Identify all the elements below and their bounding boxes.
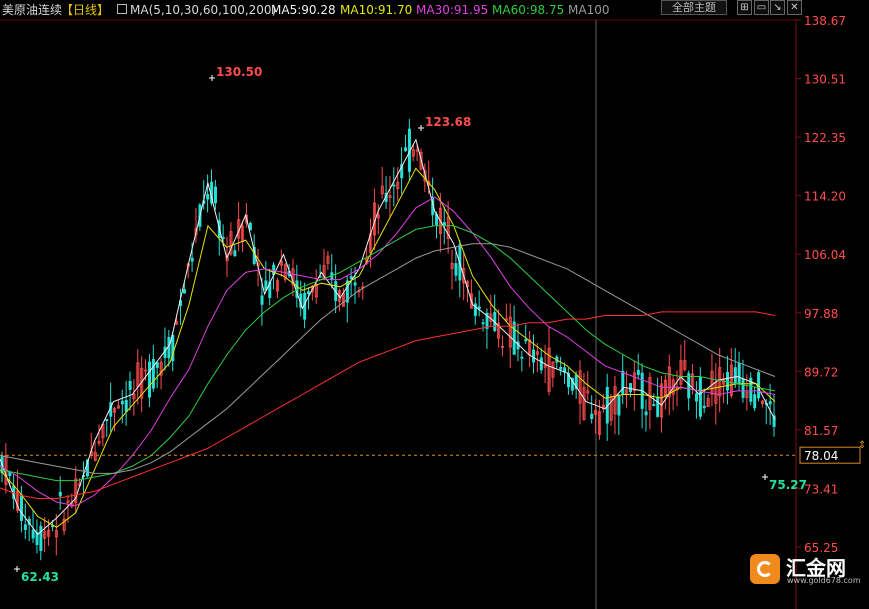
ma30-value: MA30:91.95: [416, 3, 489, 17]
ma60-value: MA60:98.75: [492, 3, 565, 17]
candle-body: [128, 380, 132, 390]
candle-body: [636, 369, 640, 375]
indicator-icon[interactable]: [117, 4, 127, 14]
y-tick-label: 89.72: [804, 365, 838, 379]
candle-body: [105, 418, 109, 421]
candle-body: [520, 356, 524, 359]
candle-body: [702, 405, 706, 409]
high-price-label: 130.50: [216, 65, 262, 79]
period-label[interactable]: 【日线】: [61, 1, 109, 19]
candle-body: [652, 404, 656, 407]
candle-body: [31, 529, 35, 539]
grid-icon[interactable]: ⊞: [737, 0, 752, 15]
high-price-label: 123.68: [425, 115, 471, 129]
candle-body: [155, 362, 159, 368]
candle-body: [741, 378, 745, 398]
brand-url: www.gold678.com: [787, 576, 861, 585]
candlesticks: [0, 119, 776, 561]
close-icon[interactable]: ✕: [787, 0, 802, 15]
annotation-marker: [762, 474, 768, 480]
instrument-title: 美原油连续: [2, 3, 63, 17]
candle-body: [248, 222, 252, 231]
candle-body: [768, 401, 772, 405]
ma5-value: MA5:90.28: [271, 3, 336, 17]
y-tick-label: 114.20: [804, 190, 846, 204]
candle-body: [353, 282, 357, 286]
candle-body: [629, 383, 633, 393]
annotation-marker: [418, 125, 424, 131]
current-price-label: 78.04: [804, 449, 838, 463]
y-tick-label: 81.57: [804, 424, 838, 438]
candle-body: [559, 366, 563, 370]
annotation-marker: [14, 566, 20, 572]
candle-body: [151, 359, 155, 389]
candle-body: [539, 357, 543, 371]
candle-body: [621, 370, 625, 395]
scroll-up-icon[interactable]: ⇕: [858, 440, 866, 451]
candle-body: [39, 525, 43, 551]
ma10-value: MA10:91.70: [340, 3, 413, 17]
candle-body: [23, 524, 27, 530]
price-chart[interactable]: 78.04⇕ 130.50123.6862.4375.27 138.67130.…: [0, 0, 869, 609]
candle-body: [737, 362, 741, 384]
candle-body: [221, 237, 225, 239]
ma100-value: MA100: [568, 3, 610, 17]
theme-dropdown-button[interactable]: 全部主题: [661, 0, 727, 15]
candle-body: [733, 367, 737, 385]
candle-body: [695, 393, 699, 402]
candle-body: [617, 395, 621, 416]
candle-body: [19, 494, 23, 521]
candle-body: [481, 322, 485, 325]
candle-body: [477, 306, 481, 310]
y-tick-label: 106.04: [804, 248, 846, 262]
layout-icon[interactable]: ▭: [754, 0, 769, 15]
candle-body: [206, 193, 210, 200]
ma-line-ma60: [0, 225, 776, 482]
candle-body: [213, 186, 217, 204]
candle-body: [753, 394, 757, 409]
candle-body: [512, 321, 516, 355]
candle-body: [532, 349, 536, 363]
candle-body: [307, 291, 311, 295]
candle-body: [58, 491, 62, 497]
ma-params[interactable]: MA(5,10,30,60,100,200): [130, 1, 276, 19]
candle-body: [190, 257, 194, 262]
candle-body: [349, 276, 353, 280]
y-tick-label: 130.51: [804, 73, 846, 87]
candle-body: [687, 373, 691, 399]
candle-body: [442, 222, 446, 226]
candle-body: [698, 376, 702, 417]
current-price-line: 78.04 ⇕: [0, 440, 866, 464]
candle-body: [124, 399, 128, 412]
candle-body: [524, 339, 528, 342]
y-tick-label: 122.35: [804, 131, 846, 145]
chart-axes: [0, 19, 797, 609]
candle-body: [120, 400, 124, 405]
candle-body: [644, 411, 648, 416]
candle-body: [182, 289, 186, 294]
candle-body: [392, 184, 396, 187]
low-price-label: 62.43: [21, 570, 59, 584]
candle-body: [260, 295, 264, 305]
ma-line-ma100: [0, 243, 776, 474]
y-tick-label: 97.88: [804, 307, 838, 321]
candle-body: [454, 263, 458, 276]
annotation-marker: [209, 75, 215, 81]
candle-body: [590, 413, 594, 419]
y-tick-label: 73.41: [804, 482, 838, 496]
y-axis-ticks: 138.67130.51122.35114.20106.0497.8889.72…: [796, 14, 846, 555]
candle-body: [233, 250, 237, 257]
logo-icon: [750, 554, 780, 584]
candle-body: [148, 361, 152, 398]
candle-body: [656, 396, 660, 417]
low-price-label: 75.27: [769, 478, 807, 492]
draw-line-icon[interactable]: ↘: [770, 0, 785, 15]
candle-body: [404, 147, 408, 152]
